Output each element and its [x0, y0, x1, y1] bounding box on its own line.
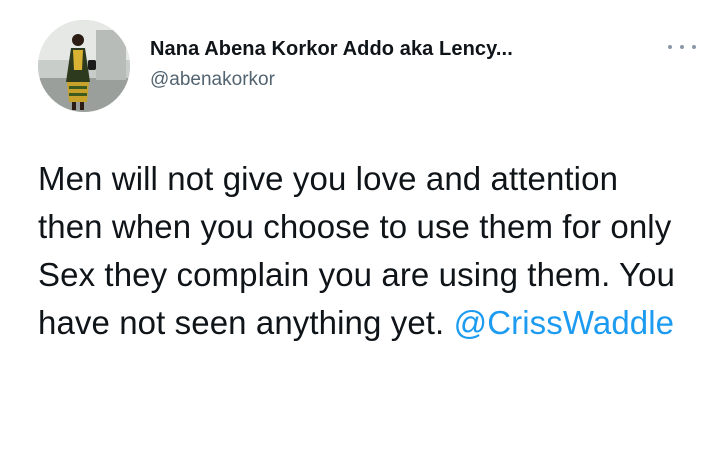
dot	[668, 45, 672, 49]
dot	[692, 45, 696, 49]
display-name[interactable]: Nana Abena Korkor Addo aka Lency...	[150, 38, 513, 61]
dot	[680, 45, 684, 49]
tweet-header: Nana Abena Korkor Addo aka Lency... @abe…	[38, 20, 698, 112]
tweet-card: Nana Abena Korkor Addo aka Lency... @abe…	[0, 0, 720, 450]
more-options-icon[interactable]	[668, 40, 696, 54]
tweet-text: Men will not give you love and attention…	[38, 155, 688, 347]
avatar[interactable]	[38, 20, 130, 112]
mention-link[interactable]: @CrissWaddle	[454, 304, 675, 341]
author-info: Nana Abena Korkor Addo aka Lency... @abe…	[150, 38, 513, 91]
username-handle[interactable]: @abenakorkor	[150, 69, 513, 91]
profile-photo-icon	[38, 20, 130, 112]
